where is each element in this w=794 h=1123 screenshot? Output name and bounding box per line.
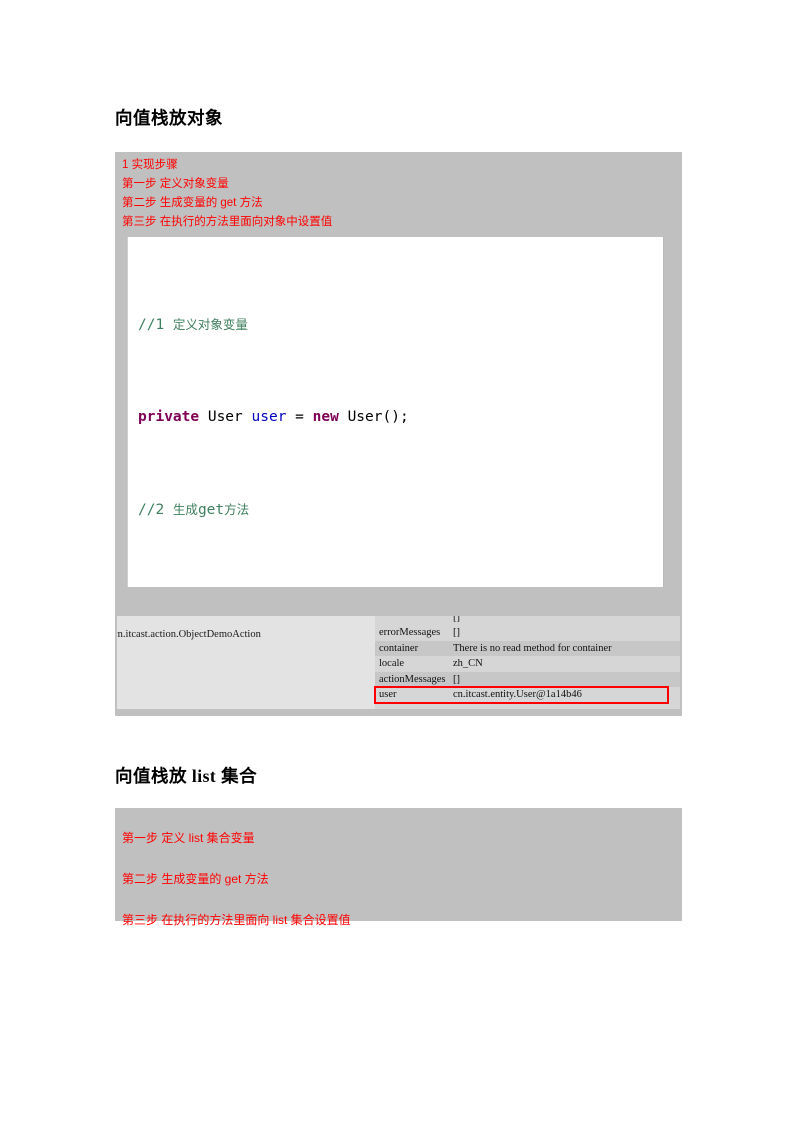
debug-panel: cn.itcast.action.ObjectDemoAction [] err… xyxy=(117,616,680,709)
debug-key xyxy=(375,616,453,625)
document-page: 向值栈放对象 1 实现步骤 第一步 定义对象变量 第二步 生成变量的 get 方… xyxy=(0,0,794,1123)
page-title-list: 向值栈放 list 集合 xyxy=(115,766,258,786)
table-row-highlighted-user[interactable]: user cn.itcast.entity.User@1a14b46 xyxy=(374,686,669,704)
debug-value: [] xyxy=(453,673,460,685)
step-line: 1 实现步骤 xyxy=(122,159,178,171)
debug-key: actionMessages xyxy=(379,673,446,685)
debug-value: There is no read method for container xyxy=(453,642,612,654)
debug-key: errorMessages xyxy=(379,627,441,638)
code-line: //1 定义对象变量 xyxy=(138,316,248,333)
debug-value-stack-table: [] errorMessages [] container There is n… xyxy=(374,616,680,709)
debug-key: user xyxy=(379,689,397,700)
code-editor-area: //1 定义对象变量 private User user = new User(… xyxy=(127,237,664,587)
debug-value: zh_CN xyxy=(453,658,483,669)
table-row[interactable]: errorMessages [] xyxy=(375,625,680,641)
code-line: private User user = new User(); xyxy=(138,409,409,426)
debug-panel-frame: cn.itcast.action.ObjectDemoAction [] err… xyxy=(115,609,682,716)
table-row[interactable]: container There is no read method for co… xyxy=(375,640,680,656)
step-line: 第二步 生成变量的 get 方法 xyxy=(122,197,263,209)
step-line: 第一步 定义 list 集合变量 xyxy=(122,831,255,845)
steps-banner-object: 1 实现步骤 第一步 定义对象变量 第二步 生成变量的 get 方法 第三步 在… xyxy=(115,152,682,237)
step-line: 第三步 在执行的方法里面向 list 集合设置值 xyxy=(122,913,351,927)
debug-value: [] xyxy=(453,627,460,638)
steps-banner-list: 第一步 定义 list 集合变量 第二步 生成变量的 get 方法 第三步 在执… xyxy=(115,808,682,927)
table-row[interactable]: actionMessages [] xyxy=(375,671,680,687)
debug-key: container xyxy=(379,642,419,654)
page-title-object: 向值栈放对象 xyxy=(115,108,223,128)
table-row[interactable]: locale zh_CN xyxy=(375,656,680,672)
code-lines: //1 定义对象变量 private User user = new User(… xyxy=(128,237,663,587)
debug-value: [] xyxy=(453,616,460,623)
code-line: //2 生成get方法 xyxy=(138,502,250,519)
step-line: 第三步 在执行的方法里面向对象中设置值 xyxy=(122,216,333,228)
debug-action-class-label: cn.itcast.action.ObjectDemoAction xyxy=(117,629,261,640)
code-screenshot-frame: //1 定义对象变量 private User user = new User(… xyxy=(115,237,682,609)
step-line: 第二步 生成变量的 get 方法 xyxy=(122,872,269,886)
step-line: 第一步 定义对象变量 xyxy=(122,178,229,190)
debug-key: locale xyxy=(379,658,405,669)
debug-value: cn.itcast.entity.User@1a14b46 xyxy=(453,689,582,700)
table-row[interactable]: [] xyxy=(375,616,680,625)
debug-left-pane: cn.itcast.action.ObjectDemoAction xyxy=(117,616,375,709)
